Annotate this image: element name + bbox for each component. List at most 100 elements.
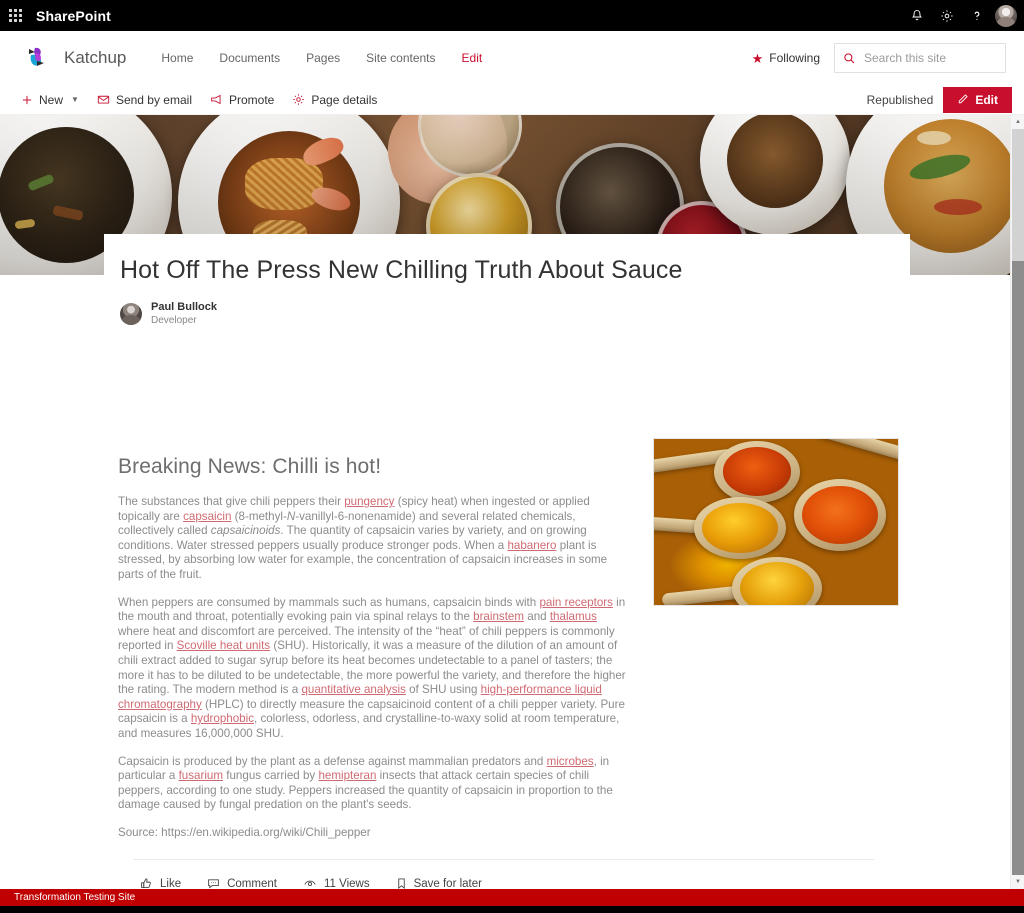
save-for-later-label: Save for later [413, 877, 482, 890]
edit-page-button[interactable]: Edit [943, 87, 1012, 113]
command-bar-right: Republished Edit [867, 85, 1024, 115]
gear-icon [292, 93, 305, 106]
like-label: Like [160, 877, 182, 890]
new-button[interactable]: New ▼ [12, 90, 88, 110]
article-source: Source: https://en.wikipedia.org/wiki/Ch… [118, 825, 371, 839]
send-by-email-button[interactable]: Send by email [88, 90, 201, 110]
suite-title[interactable]: SharePoint [36, 8, 111, 24]
site-title[interactable]: Katchup [64, 48, 126, 68]
katchup-logo-icon[interactable] [20, 42, 52, 74]
article-paragraph-2: When peppers are consumed by mammals suc… [118, 596, 630, 742]
nav-item-pages[interactable]: Pages [293, 47, 353, 69]
link-brainstem[interactable]: brainstem [473, 610, 524, 623]
link-scoville-heat-units[interactable]: Scoville heat units [177, 639, 270, 652]
article-paragraph-3: Capsaicin is produced by the plant as a … [118, 755, 630, 813]
comment-label: Comment [227, 877, 277, 890]
nav-item-home[interactable]: Home [148, 47, 206, 69]
p1-italic-1: N [286, 509, 296, 523]
publish-status: Republished [866, 93, 934, 107]
nav-item-site-contents[interactable]: Site contents [353, 47, 448, 69]
app-launcher-icon[interactable] [0, 0, 30, 31]
p1-text-1: The substances that give chili peppers t… [118, 495, 345, 508]
scrollbar-track-upper[interactable] [1012, 129, 1024, 261]
search-input[interactable] [864, 51, 997, 65]
avatar-photo [995, 4, 1017, 27]
nav-item-edit[interactable]: Edit [449, 47, 496, 69]
author-role: Developer [151, 314, 197, 326]
megaphone-icon [210, 93, 223, 106]
page-details-button[interactable]: Page details [283, 90, 386, 110]
save-for-later-button[interactable]: Save for later [396, 877, 482, 889]
suite-bar-actions [902, 0, 1020, 31]
link-pain-receptors[interactable]: pain receptors [539, 596, 612, 609]
thumbs-up-icon [140, 877, 153, 889]
link-microbes[interactable]: microbes [547, 755, 594, 768]
p2-text-3: and [524, 610, 550, 624]
scroll-up-arrow-icon[interactable]: ▲ [1011, 115, 1024, 129]
site-footer: Transformation Testing Site [0, 889, 1024, 906]
comment-button[interactable]: Comment [207, 877, 277, 889]
p2-text-1: When peppers are consumed by mammals suc… [118, 595, 540, 609]
mail-icon [97, 93, 110, 106]
article-paragraph-1: The substances that give chili peppers t… [118, 495, 630, 583]
site-header: Katchup Home Documents Pages Site conten… [0, 31, 1024, 85]
promote-label: Promote [228, 92, 275, 107]
scrollbar-thumb[interactable] [1012, 261, 1024, 875]
comment-bubble-icon [207, 877, 220, 889]
following-button[interactable]: ★ Following [752, 51, 820, 65]
edit-page-label: Edit [975, 93, 998, 107]
p1-text-3: (8-methyl- [231, 509, 287, 523]
author-avatar [120, 303, 142, 326]
eye-icon [303, 877, 317, 889]
content-divider [133, 859, 874, 860]
link-hemipteran[interactable]: hemipteran [318, 769, 376, 782]
link-quantitative-analysis[interactable]: quantitative analysis [301, 683, 405, 696]
scroll-down-arrow-icon[interactable]: ▼ [1011, 875, 1024, 889]
author-name: Paul Bullock [151, 301, 218, 313]
chevron-down-icon: ▼ [71, 95, 79, 104]
new-label: New [39, 92, 64, 107]
waffle-grid [8, 9, 22, 22]
site-search-box[interactable] [834, 43, 1006, 73]
page-canvas: Hot Off The Press New Chilling Truth Abo… [0, 115, 1024, 889]
link-thalamus[interactable]: thalamus [550, 610, 597, 623]
article-body: Breaking News: Chilli is hot! The substa… [118, 455, 630, 853]
notifications-bell-icon[interactable] [902, 0, 932, 31]
chili-powder-spoons-image [653, 438, 899, 606]
promote-button[interactable]: Promote [201, 90, 283, 110]
author-block[interactable]: Paul Bullock Developer [120, 301, 910, 327]
article-heading: Breaking News: Chilli is hot! [118, 455, 382, 478]
p3-text-1: Capsaicin is produced by the plant as a … [118, 754, 547, 768]
star-icon: ★ [751, 50, 764, 66]
link-capsaicin[interactable]: capsaicin [183, 510, 231, 523]
search-icon [843, 52, 856, 65]
p3-text-3: fungus carried by [223, 769, 319, 783]
link-hydrophobic[interactable]: hydrophobic [191, 712, 254, 725]
pencil-icon [957, 93, 969, 108]
nav-item-documents[interactable]: Documents [206, 47, 293, 69]
user-avatar[interactable] [992, 0, 1020, 31]
p1-italic-2: capsaicinoids [210, 524, 281, 538]
page-scroll-area: Hot Off The Press New Chilling Truth Abo… [0, 115, 1010, 889]
following-label: Following [769, 51, 820, 65]
bottom-black-strip [0, 906, 1024, 913]
link-fusarium[interactable]: fusarium [179, 769, 223, 782]
author-meta: Paul Bullock Developer [151, 301, 217, 327]
like-button[interactable]: Like [140, 877, 181, 889]
site-navigation: Home Documents Pages Site contents Edit [148, 47, 495, 69]
views-label: 11 Views [323, 877, 370, 890]
page-scrollbar[interactable]: ▲ ▼ [1010, 115, 1024, 889]
views-indicator: 11 Views [303, 877, 370, 889]
link-habanero[interactable]: habanero [507, 539, 556, 552]
page-details-label: Page details [311, 92, 378, 107]
settings-gear-icon[interactable] [932, 0, 962, 31]
send-by-email-label: Send by email [115, 92, 192, 107]
command-bar: New ▼ Send by email Promote Page details… [0, 85, 1024, 115]
plus-icon [21, 94, 33, 106]
footer-site-label: Transformation Testing Site [14, 892, 136, 903]
social-action-bar: Like Comment 11 Views Save for later [140, 877, 482, 889]
link-pungency[interactable]: pungency [344, 495, 394, 508]
page-title: Hot Off The Press New Chilling Truth Abo… [120, 256, 683, 284]
p2-text-6: of SHU using [405, 683, 481, 697]
help-question-icon[interactable] [962, 0, 992, 31]
